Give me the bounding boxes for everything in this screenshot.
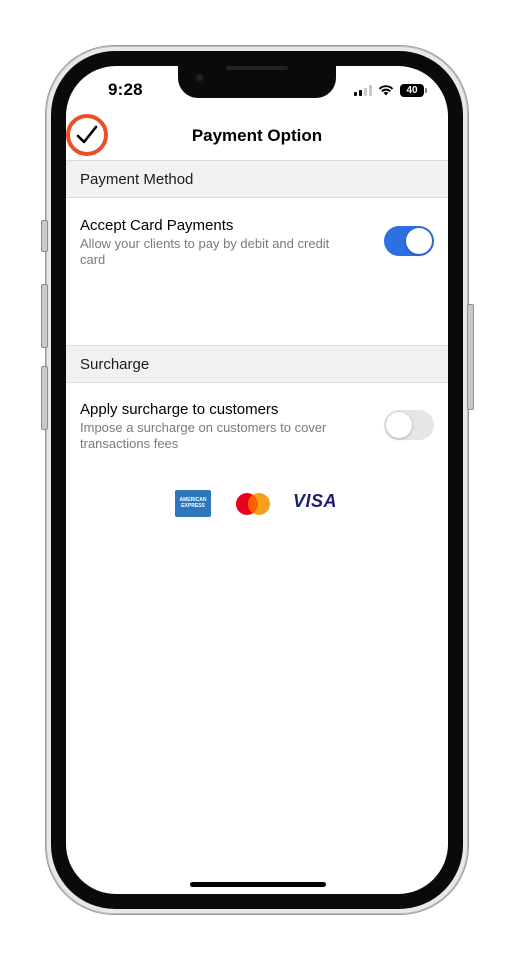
setting-description: Allow your clients to pay by debit and c… (80, 236, 330, 267)
amex-logo-icon: AMERICAN EXPRESS (175, 490, 211, 517)
cellular-signal-icon (354, 84, 372, 96)
accepted-cards-logos: AMERICAN EXPRESS VISA (66, 490, 448, 518)
volume-down-button (41, 366, 48, 430)
setting-title: Apply surcharge to customers (80, 401, 279, 418)
mastercard-logo-icon (236, 493, 270, 515)
section-header-surcharge: Surcharge (66, 345, 448, 383)
silent-switch (41, 220, 48, 252)
accept-card-payments-row: Accept Card Payments Allow your clients … (66, 217, 448, 277)
visa-logo: VISA (293, 491, 338, 511)
battery-icon: 40 (400, 83, 427, 97)
section-header-label: Payment Method (80, 171, 194, 188)
accept-card-payments-toggle[interactable] (384, 226, 434, 256)
earpiece-speaker (226, 66, 288, 70)
phone-screen: 9:28 40 Payment Option Payment Method Ac… (66, 66, 448, 894)
setting-title: Accept Card Payments (80, 217, 234, 234)
wifi-icon (378, 85, 394, 96)
home-indicator[interactable] (190, 882, 326, 887)
power-button (467, 304, 474, 410)
amex-logo-text-2: EXPRESS (181, 503, 205, 509)
front-camera-icon (195, 73, 204, 82)
notch (178, 66, 336, 98)
status-indicators: 40 (354, 82, 427, 98)
toggle-knob (406, 228, 432, 254)
section-header-payment-method: Payment Method (66, 160, 448, 198)
setting-description: Impose a surcharge on customers to cover… (80, 420, 327, 451)
section-header-label: Surcharge (80, 356, 150, 373)
page-title: Payment Option (191, 126, 323, 145)
apply-surcharge-row: Apply surcharge to customers Impose a su… (66, 401, 448, 461)
page: 9:28 40 Payment Option Payment Method Ac… (0, 0, 515, 960)
apply-surcharge-toggle[interactable] (384, 410, 434, 440)
volume-up-button (41, 284, 48, 348)
nav-bar: Payment Option (66, 114, 448, 160)
status-time: 9:28 (108, 80, 143, 99)
toggle-knob (386, 412, 412, 438)
